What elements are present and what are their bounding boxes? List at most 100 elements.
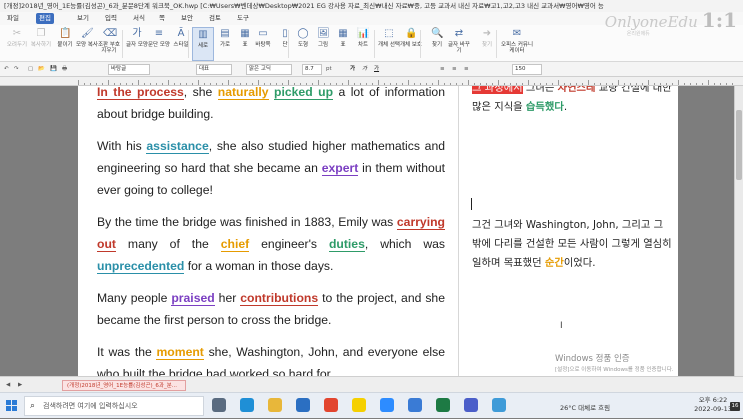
tab-next-icon[interactable]: ▶ [18, 380, 22, 391]
open-icon[interactable]: 📂 [38, 64, 45, 75]
weather-widget[interactable]: 26°C 대체로 흐림 [560, 402, 610, 412]
ribbon-button[interactable]: ≡ 문단 모양 [148, 27, 170, 61]
ribbon-button[interactable]: ◯ 도형 [292, 27, 314, 61]
ribbon-button[interactable]: 📋 붙이기 [54, 27, 76, 61]
ruler-tick [180, 83, 181, 85]
ruler-tick [120, 83, 121, 85]
vertical-scrollbar[interactable] [734, 86, 743, 376]
ruler-tick [192, 83, 193, 85]
ruler-tick [564, 83, 565, 85]
font-size-input[interactable]: 8.7 [302, 64, 322, 75]
ribbon-button-label: 세로 [197, 43, 209, 49]
explorer-icon[interactable] [268, 398, 282, 412]
ribbon-button[interactable]: ⇄ 글자 바꾸기 [448, 27, 470, 61]
excel-icon[interactable] [436, 398, 450, 412]
ribbon-button[interactable]: 🖌 모양 복사 [76, 27, 98, 61]
kakao-icon[interactable] [352, 398, 366, 412]
chart-icon: 📊 [357, 28, 370, 39]
horizontal-ruler[interactable] [0, 77, 743, 86]
ruler-tick [492, 83, 493, 85]
align-right-icon[interactable]: ≡ [464, 64, 469, 75]
ribbon-button[interactable]: 가 글자 모양 [126, 27, 148, 61]
ribbon-button[interactable]: ✉ 오피스 커뮤니케이터 [500, 27, 534, 61]
underline-icon[interactable]: 가 [374, 64, 379, 75]
save-icon[interactable]: 💾 [50, 64, 57, 75]
store-icon[interactable] [296, 398, 310, 412]
bold-icon[interactable]: 가 [350, 64, 355, 75]
ribbon-button[interactable]: ▥ 세로 [192, 27, 214, 61]
ruler-tick [480, 83, 481, 85]
ribbon-separator [288, 30, 289, 58]
print-icon[interactable]: 🖶 [62, 64, 67, 75]
lang-select[interactable]: 대표 [196, 64, 232, 75]
menu-item[interactable]: 파일 [4, 12, 22, 25]
ruler-tick [174, 83, 175, 85]
style-select[interactable]: 바탕글 [108, 64, 150, 75]
ribbon-button[interactable]: 🖼 그림 [312, 27, 334, 61]
chrome-icon[interactable] [324, 398, 338, 412]
ruler-tick [270, 83, 271, 85]
app-icon[interactable] [464, 398, 478, 412]
ruler-tick [330, 83, 331, 85]
hancom-icon[interactable] [492, 398, 506, 412]
ruler-tick [546, 83, 547, 85]
menu-item[interactable]: 서식 [130, 12, 148, 25]
taskbar-search-input[interactable]: ⌕ 검색하려면 여기에 입력하십시오 [24, 396, 204, 416]
ruler-tick [528, 80, 529, 85]
hwp-icon[interactable] [408, 398, 422, 412]
ribbon-button[interactable]: ⬚ 개체 선택 [378, 27, 400, 61]
page[interactable]: In the process, she naturally picked up … [78, 86, 678, 376]
ruler-tick [588, 80, 589, 85]
ruler-tick [288, 80, 289, 85]
italic-icon[interactable]: 가 [362, 64, 367, 75]
document-tab[interactable]: (개정)2018년_영어_1E능률(김성곤)_6과_분... [62, 380, 186, 391]
menu-item[interactable]: 편집 [36, 13, 54, 24]
ribbon-button[interactable]: 🔍 찾기 [426, 27, 448, 61]
ribbon-button[interactable]: ✂ 오려두기 [6, 27, 28, 61]
menu-item[interactable]: 도구 [234, 12, 252, 25]
document-area[interactable]: In the process, she naturally picked up … [0, 86, 743, 376]
tab-prev-icon[interactable]: ◀ [6, 380, 10, 391]
communicator-icon: ✉ [512, 28, 522, 39]
align-left-icon[interactable]: ≡ [440, 64, 445, 75]
ruler-tick [312, 83, 313, 85]
menu-item[interactable]: 보기 [74, 12, 92, 25]
menu-item[interactable]: 쪽 [156, 12, 168, 25]
new-doc-icon[interactable]: ▢ [28, 64, 33, 75]
ribbon-separator [496, 30, 497, 58]
menu-item[interactable]: 보안 [178, 12, 196, 25]
ruler-tick [360, 83, 361, 85]
zoom-icon[interactable] [380, 398, 394, 412]
ribbon-button[interactable]: 📊 차트 [352, 27, 374, 61]
ruler-tick [210, 83, 211, 85]
ribbon-button[interactable]: ▦ 표 [332, 27, 354, 61]
align-center-icon[interactable]: ≡ [452, 64, 457, 75]
ribbon-button[interactable]: ▭ 바탕쪽 [252, 27, 274, 61]
undo-icon[interactable]: ↶ [4, 64, 9, 75]
search-placeholder: 검색하려면 여기에 입력하십시오 [43, 402, 138, 410]
notification-badge[interactable]: 16 [730, 402, 740, 411]
ruler-tick [636, 83, 637, 85]
redo-icon[interactable]: ↷ [14, 64, 19, 75]
menu-item[interactable]: 입력 [102, 12, 120, 25]
korean-paragraph-1[interactable]: 그 과정에서 그녀는 자연스레 교량 건설에 대한 많은 지식을 습득했다. [472, 86, 672, 117]
ruler-tick [540, 83, 541, 85]
font-select[interactable]: 맑은 고딕 [246, 64, 292, 75]
ruler-tick [306, 83, 307, 85]
menu-item[interactable]: 검토 [206, 12, 224, 25]
taskview-icon[interactable] [212, 398, 226, 412]
windows-start-icon[interactable] [6, 400, 18, 412]
font-size-unit: pt [326, 66, 332, 72]
scrollbar-thumb[interactable] [736, 110, 742, 180]
ribbon-button[interactable]: ⌫ 조판 부호 지우기 [98, 27, 120, 61]
ribbon-button[interactable]: 🔒 개체 보호 [400, 27, 422, 61]
ruler-tick [438, 80, 439, 85]
ribbon-button[interactable]: ▤ 가로 [214, 27, 236, 61]
zoom-select[interactable]: 150 [512, 64, 542, 75]
ribbon-button[interactable]: ➜ 찾기 [476, 27, 498, 61]
ruler-tick [726, 83, 727, 85]
ruler-tick [618, 80, 619, 85]
ribbon-button[interactable]: ❐ 복사하기 [30, 27, 52, 61]
edge-icon[interactable] [240, 398, 254, 412]
korean-paragraph-2[interactable]: 그건 그녀와 Washington, John, 그리고 그 밖에 다리를 건설… [472, 216, 672, 273]
